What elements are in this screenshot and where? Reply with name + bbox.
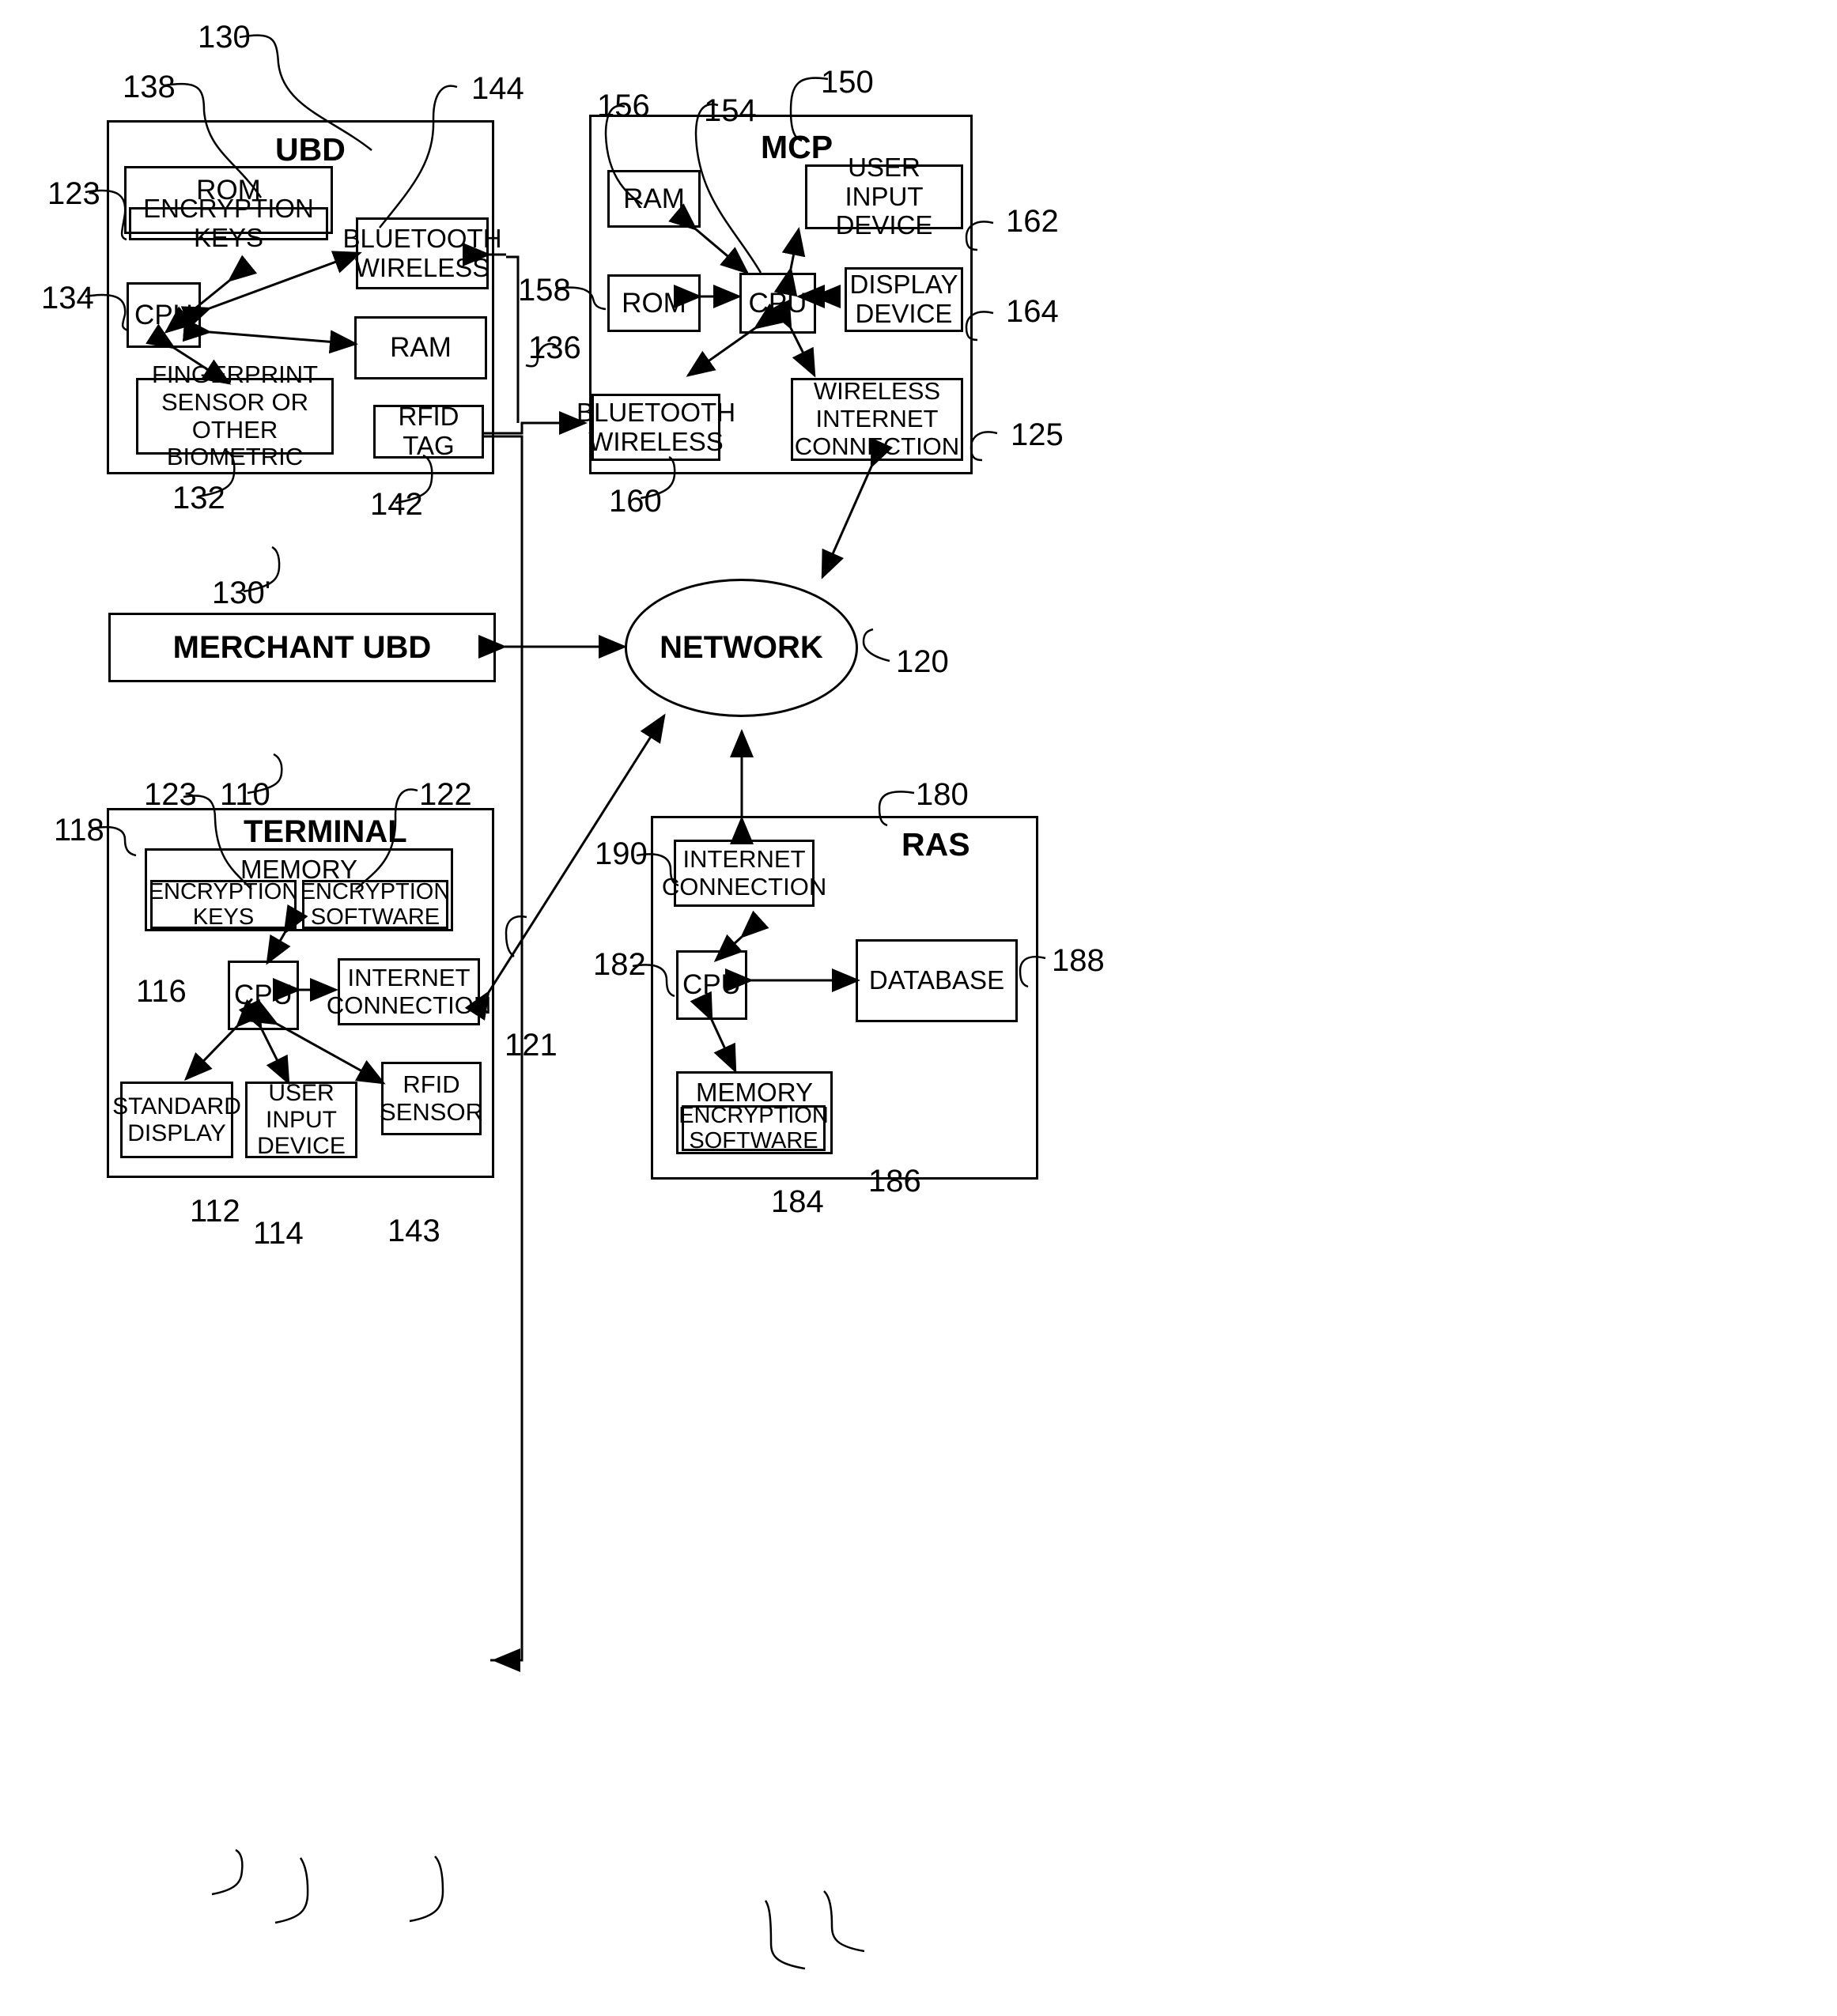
terminal-cpu: CPU: [228, 961, 299, 1030]
ref-143: 143: [387, 1214, 440, 1248]
terminal-encryption-software: ENCRYPTION SOFTWARE: [300, 878, 451, 930]
ref-164: 164: [1006, 294, 1059, 329]
ubd-cpu-label: CPU: [134, 299, 193, 330]
ubd-encryption-keys-label: ENCRYPTION KEYS: [143, 194, 314, 252]
ras-database: DATABASE: [856, 939, 1018, 1022]
ref-158: 158: [518, 273, 571, 308]
ref-190: 190: [595, 836, 648, 871]
ref-182: 182: [593, 947, 646, 982]
ref-188: 188: [1052, 943, 1105, 978]
ref-180: 180: [916, 777, 969, 812]
ras-cpu: CPU: [676, 950, 747, 1020]
ubd-rfid-tag-label: RFID TAG: [398, 402, 459, 460]
mcp-rom: ROM: [607, 274, 701, 332]
mcp-rom-label: ROM: [622, 287, 686, 319]
ubd-bluetooth: BLUETOOTH WIRELESS: [342, 217, 502, 289]
mcp-display-device: DISPLAY DEVICE: [845, 267, 963, 332]
mcp-display-device-label: DISPLAY DEVICE: [849, 270, 958, 328]
ref-130-prime: 130': [212, 576, 271, 610]
ref-160: 160: [609, 484, 662, 519]
ref-150: 150: [821, 65, 874, 100]
mcp-wireless-internet-label: WIRELESS INTERNET CONNECTION: [794, 377, 960, 460]
ref-130: 130: [198, 20, 251, 55]
ref-118: 118: [54, 813, 104, 848]
terminal-user-input-device: USER INPUT DEVICE: [245, 1080, 357, 1160]
terminal-rfid-sensor-label: RFID SENSOR: [380, 1070, 483, 1126]
ras-internet-connection: INTERNET CONNECTION: [662, 840, 826, 907]
ref-154: 154: [704, 93, 757, 128]
terminal-cpu-label: CPU: [234, 980, 293, 1011]
mcp-bluetooth-label: BLUETOOTH WIRELESS: [576, 397, 736, 456]
ref-136: 136: [528, 330, 581, 365]
mcp-user-input-device-label: USER INPUT DEVICE: [835, 152, 933, 240]
terminal-encryption-software-label: ENCRYPTION SOFTWARE: [300, 878, 451, 930]
mcp-bluetooth: BLUETOOTH WIRELESS: [576, 394, 735, 461]
ref-112: 112: [190, 1194, 240, 1229]
ubd-rfid-tag: RFID TAG: [373, 402, 484, 460]
terminal-user-input-device-label: USER INPUT DEVICE: [257, 1080, 346, 1160]
mcp-ram-label: RAM: [623, 183, 685, 214]
ubd-bluetooth-label: BLUETOOTH WIRELESS: [342, 223, 502, 282]
terminal-standard-display: STANDARD DISPLAY: [112, 1082, 241, 1158]
mcp-ram: RAM: [607, 170, 701, 228]
ref-122: 122: [419, 777, 472, 812]
ref-134: 134: [41, 281, 94, 315]
terminal-standard-display-label: STANDARD DISPLAY: [112, 1093, 241, 1146]
ubd-encryption-keys: ENCRYPTION KEYS: [129, 194, 328, 252]
ras-cpu-label: CPU: [682, 969, 741, 1001]
ref-138: 138: [123, 70, 176, 104]
mcp-wireless-internet: WIRELESS INTERNET CONNECTION: [791, 378, 963, 461]
terminal-internet-connection-label: INTERNET CONNECTION: [326, 963, 492, 1019]
terminal-encryption-keys: ENCRYPTION KEYS: [148, 878, 299, 930]
ref-110: 110: [220, 777, 270, 812]
ref-162: 162: [1006, 204, 1059, 239]
ras-internet-connection-label: INTERNET CONNECTION: [661, 844, 827, 900]
mcp-cpu-label: CPU: [748, 287, 807, 319]
mcp-cpu: CPU: [739, 273, 816, 334]
ref-120: 120: [896, 644, 949, 679]
ubd-biometric-sensor-label: FINGERPRINT SENSOR OR OTHER BIOMETRIC: [151, 361, 319, 471]
terminal-rfid-sensor: RFID SENSOR: [380, 1062, 483, 1135]
ref-184: 184: [771, 1184, 824, 1219]
ras-title: RAS: [901, 826, 970, 863]
mcp-user-input-device: USER INPUT DEVICE: [805, 153, 963, 240]
ref-114: 114: [253, 1216, 304, 1251]
network-node: NETWORK: [625, 579, 858, 717]
ras-database-label: DATABASE: [868, 965, 1005, 995]
merchant-ubd-label: MERCHANT UBD: [172, 629, 432, 665]
ubd-ram: RAM: [354, 316, 487, 379]
ref-116: 116: [136, 974, 187, 1009]
ref-132: 132: [172, 481, 225, 515]
ras-encryption-software: ENCRYPTION SOFTWARE: [678, 1103, 829, 1153]
ubd-ram-label: RAM: [390, 332, 452, 364]
ubd-cpu: CPU: [127, 282, 201, 348]
ubd-biometric-sensor: FINGERPRINT SENSOR OR OTHER BIOMETRIC: [136, 361, 334, 470]
ref-186: 186: [868, 1164, 921, 1199]
merchant-ubd: MERCHANT UBD: [108, 613, 496, 682]
patent-figure-canvas: UBD 130 ROM 138 ENCRYPTION KEYS 123 CPU …: [0, 0, 1837, 2016]
ref-156: 156: [597, 89, 650, 123]
ras-encryption-software-label: ENCRYPTION SOFTWARE: [678, 1102, 829, 1153]
ref-142: 142: [370, 487, 423, 522]
ref-125: 125: [1011, 417, 1064, 452]
ref-144: 144: [471, 71, 524, 106]
ref-123-ubd: 123: [47, 176, 100, 211]
ref-123-terminal: 123: [144, 777, 197, 812]
ubd-title: UBD: [275, 131, 346, 168]
terminal-title: TERMINAL: [244, 814, 407, 849]
terminal-internet-connection: INTERNET CONNECTION: [327, 958, 491, 1025]
ref-121: 121: [505, 1028, 558, 1063]
terminal-encryption-keys-label: ENCRYPTION KEYS: [148, 878, 299, 930]
network-label: NETWORK: [660, 630, 823, 665]
